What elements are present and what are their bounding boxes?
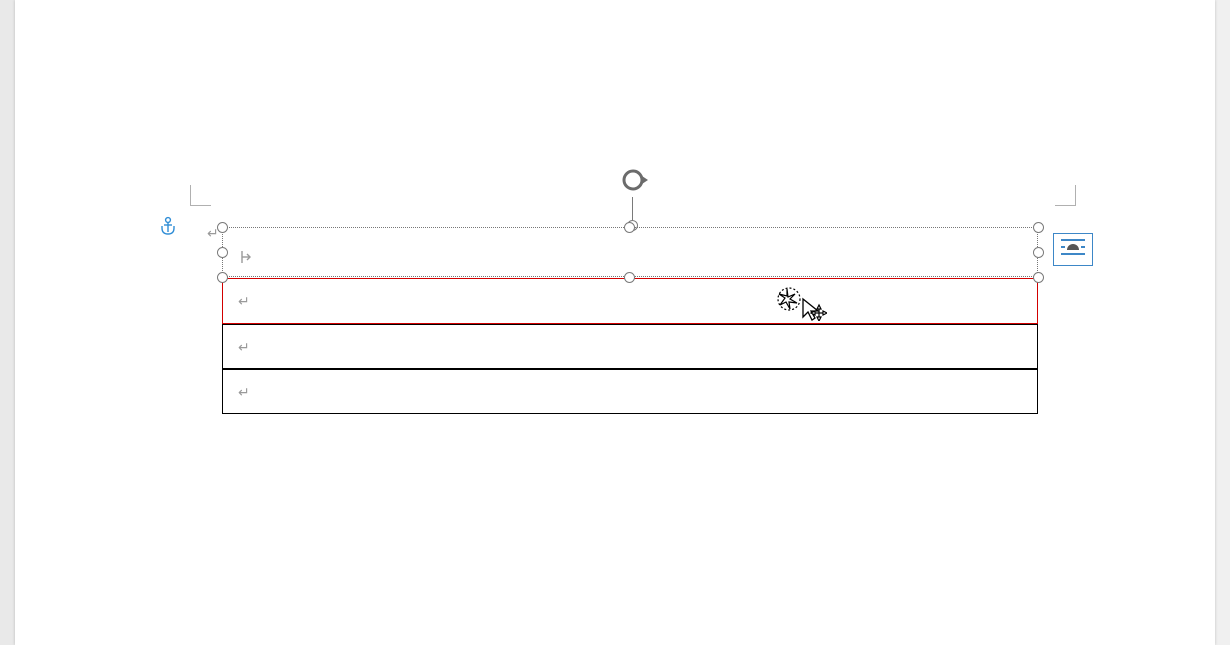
resize-handle-top-right[interactable] bbox=[1033, 222, 1044, 233]
table[interactable]: ↵ ↵ ↵ bbox=[222, 278, 1038, 414]
header-margin-corner-left bbox=[190, 185, 211, 206]
rotate-icon bbox=[618, 182, 648, 199]
layout-options-button[interactable] bbox=[1053, 233, 1093, 266]
resize-handle-middle-right[interactable] bbox=[1033, 247, 1044, 258]
vertical-scrollbar-track[interactable] bbox=[1215, 0, 1230, 645]
move-cursor-icon bbox=[775, 285, 827, 326]
layout-options-icon bbox=[1058, 236, 1088, 263]
rotation-handle[interactable] bbox=[618, 165, 648, 225]
paragraph-mark: ↵ bbox=[238, 384, 250, 401]
resize-handle-middle-left[interactable] bbox=[217, 247, 228, 258]
table-row[interactable]: ↵ bbox=[222, 324, 1038, 369]
paragraph-mark: ↵ bbox=[238, 339, 250, 356]
resize-handle-top-left[interactable] bbox=[217, 222, 228, 233]
selected-text-box[interactable] bbox=[222, 227, 1038, 277]
resize-handle-bottom-right[interactable] bbox=[1033, 272, 1044, 283]
indent-mark bbox=[240, 249, 252, 268]
document-page[interactable]: ↵ ↵ ↵ ↵ bbox=[15, 0, 1215, 645]
table-row[interactable]: ↵ bbox=[222, 278, 1038, 324]
resize-handle-top-middle[interactable] bbox=[624, 222, 635, 233]
table-row[interactable]: ↵ bbox=[222, 369, 1038, 414]
resize-handle-bottom-middle[interactable] bbox=[624, 272, 635, 283]
paragraph-mark: ↵ bbox=[238, 293, 250, 310]
resize-handle-bottom-left[interactable] bbox=[217, 272, 228, 283]
header-margin-corner-right bbox=[1055, 185, 1076, 206]
object-anchor-icon bbox=[160, 216, 176, 236]
